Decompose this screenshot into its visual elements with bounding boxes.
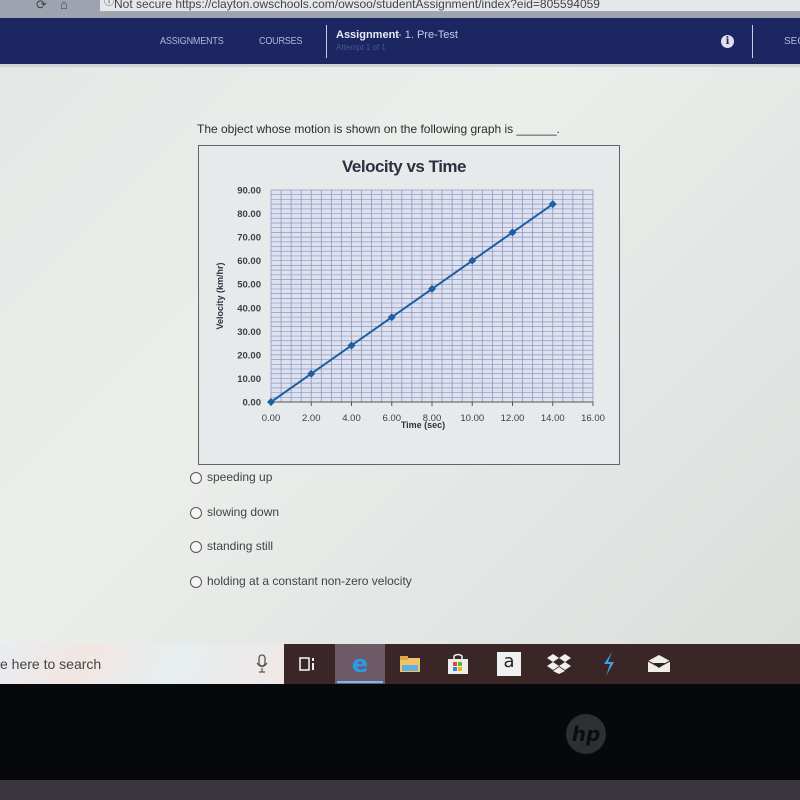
question-panel: The object whose motion is shown on the … xyxy=(0,64,800,647)
url-text: https://clayton.owschools.com/owsoo/stud… xyxy=(175,0,600,11)
y-tick-label: 0.00 xyxy=(243,398,262,409)
x-axis-label: Time (sec) xyxy=(401,420,445,430)
option-label: holding at a constant non-zero velocity xyxy=(207,573,412,588)
y-tick-label: 10.00 xyxy=(237,374,261,385)
option-constant-velocity[interactable]: holding at a constant non-zero velocity xyxy=(190,574,412,609)
nav-assignments[interactable]: ASSIGNMENTS xyxy=(160,36,224,47)
option-standing-still[interactable]: standing still xyxy=(190,539,412,574)
active-indicator xyxy=(337,681,383,683)
info-icon[interactable]: i xyxy=(721,35,734,48)
header-divider-right xyxy=(752,25,753,58)
reload-icon[interactable]: ⟳ xyxy=(36,0,50,11)
edge-taskbar-button[interactable]: e xyxy=(335,644,385,684)
velocity-time-chart: 0.00 2.00 4.00 6.00 8.00 10.00 12.00 14.00 16.00… xyxy=(198,145,620,465)
option-label: standing still xyxy=(207,539,274,553)
option-speeding-up[interactable]: speeding up xyxy=(190,470,412,505)
laptop-bezel: hp xyxy=(0,684,800,780)
y-tick-label: 20.00 xyxy=(237,350,261,361)
windows-taskbar: e here to search e a xyxy=(0,644,800,684)
assignment-label: Assignment xyxy=(336,29,399,41)
x-tick-label: 14.00 xyxy=(541,413,565,424)
desk-surface xyxy=(0,780,800,800)
x-tick-label: 4.00 xyxy=(342,413,361,424)
attempt-text: Attempt 1 of 1 xyxy=(336,43,386,52)
app-bolt-icon[interactable] xyxy=(597,652,621,676)
answer-options: speeding up slowing down standing still … xyxy=(190,470,412,608)
task-view-icon[interactable] xyxy=(296,652,320,676)
hp-logo: hp xyxy=(566,714,606,754)
home-icon[interactable]: ⌂ xyxy=(60,0,74,11)
edge-icon: e xyxy=(351,650,369,678)
info-circle-icon: ⓘ xyxy=(104,0,114,8)
y-tick-label: 70.00 xyxy=(237,233,261,244)
y-tick-label: 60.00 xyxy=(237,256,261,267)
header-divider xyxy=(326,25,327,58)
app-header: ASSIGNMENTS COURSES Assignment - 1. Pre-… xyxy=(0,18,800,64)
file-explorer-icon[interactable] xyxy=(398,652,422,676)
x-tick-label: 10.00 xyxy=(460,413,484,424)
x-tick-label: 2.00 xyxy=(302,413,321,424)
radio-button[interactable] xyxy=(190,506,202,519)
taskbar-search[interactable]: e here to search xyxy=(0,644,284,684)
browser-toolbar: ⟳ ⌂ ⓘ Not secure https://clayton.owschoo… xyxy=(0,0,800,18)
radio-button[interactable] xyxy=(190,541,202,553)
dropbox-icon[interactable] xyxy=(547,652,571,676)
section-link[interactable]: SEC xyxy=(784,36,800,47)
x-tick-label: 6.00 xyxy=(383,413,402,424)
x-tick-label: 12.00 xyxy=(501,413,525,424)
chart-title: Velocity vs Time xyxy=(342,157,466,176)
y-tick-label: 90.00 xyxy=(237,186,261,197)
y-axis-label: Velocity (km/hr) xyxy=(215,262,225,329)
address-bar[interactable]: ⓘ Not secure https://clayton.owschools.c… xyxy=(100,0,800,12)
radio-button[interactable] xyxy=(190,472,202,484)
y-tick-label: 30.00 xyxy=(237,327,261,338)
store-icon[interactable] xyxy=(446,652,470,676)
y-tick-label: 80.00 xyxy=(237,209,261,220)
nav-courses[interactable]: COURSES xyxy=(259,36,302,47)
security-label: Not secure xyxy=(114,0,173,11)
microphone-icon[interactable] xyxy=(256,654,268,674)
assignment-name: - 1. Pre-Test xyxy=(398,29,458,41)
question-text: The object whose motion is shown on the … xyxy=(197,122,560,136)
option-label: speeding up xyxy=(207,470,273,484)
option-slowing-down[interactable]: slowing down xyxy=(190,505,412,540)
chart-svg: 0.00 2.00 4.00 6.00 8.00 10.00 12.00 14.00 16.00… xyxy=(215,157,605,430)
option-label: slowing down xyxy=(207,504,280,519)
y-tick-label: 50.00 xyxy=(237,280,261,291)
search-placeholder: e here to search xyxy=(0,656,102,672)
amazon-icon[interactable]: a xyxy=(497,652,521,676)
mail-icon[interactable] xyxy=(647,652,671,676)
y-tick-label: 40.00 xyxy=(237,303,261,314)
x-tick-label: 16.00 xyxy=(581,413,605,424)
x-tick-label: 0.00 xyxy=(262,413,281,424)
radio-button[interactable] xyxy=(190,575,202,588)
